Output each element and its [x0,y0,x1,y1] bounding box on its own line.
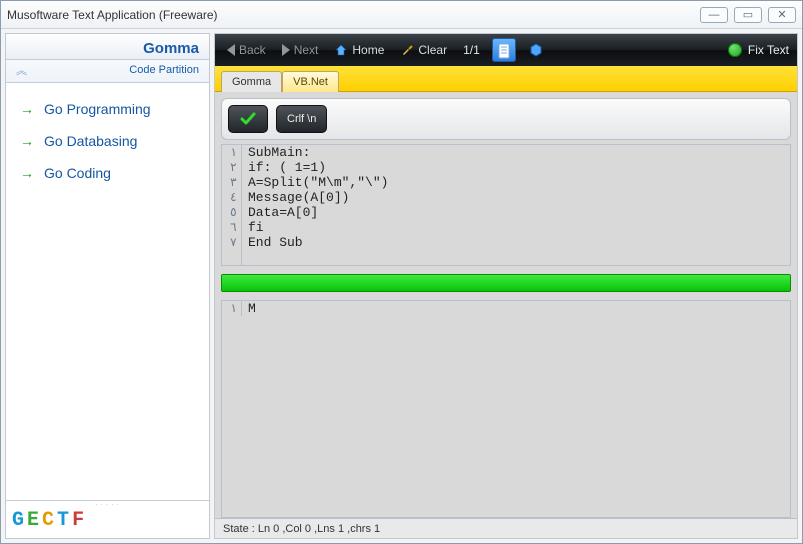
sidebar-item-coding[interactable]: → Go Coding [12,157,203,189]
content: Crlf \n ١SubMain: ٢if: ( 1=1) ٣A=Split("… [215,92,797,518]
crlf-button[interactable]: Crlf \n [276,105,327,133]
gutter: ٣ [222,175,242,190]
check-icon [239,110,257,128]
next-button[interactable]: Next [278,41,323,59]
sidebar-header: Gomma [6,34,209,60]
arrow-right-icon: → [20,165,34,181]
toolbar: Back Next Home Clear [215,34,797,66]
logo: GECTF [6,507,209,538]
clear-label: Clear [418,43,447,57]
gutter: ١ [222,301,242,316]
sidebar-footer: . . . . . GECTF [6,500,209,538]
sidebar-item-label: Go Programming [44,101,151,117]
clear-button[interactable]: Clear [396,41,451,59]
sidebar-subheader-label: Code Partition [129,64,199,76]
sidebar: Gomma ︽ Code Partition → Go Programming … [5,33,210,539]
next-icon [282,44,290,56]
code-line: End Sub [242,235,303,250]
tab-vbnet[interactable]: VB.Net [282,71,339,92]
sidebar-item-programming[interactable]: → Go Programming [12,93,203,125]
sidebar-subheader[interactable]: ︽ Code Partition [6,60,209,83]
sidebar-item-label: Go Coding [44,165,111,181]
main-panel: Back Next Home Clear [214,33,798,539]
body: Gomma ︽ Code Partition → Go Programming … [1,29,802,543]
code-line: fi [242,220,264,235]
code-line: SubMain: [242,145,310,160]
gutter [222,250,242,265]
arrow-right-icon: → [20,101,34,117]
page-counter: 1/1 [459,43,484,57]
progress-bar [221,274,791,292]
app-window: Musoftware Text Application (Freeware) —… [0,0,803,544]
check-circle-icon [728,43,742,57]
home-icon [334,43,348,57]
gutter: ٥ [222,205,242,220]
status-text: State : Ln 0 ,Col 0 ,Lns 1 ,chrs 1 [223,523,380,535]
back-label: Back [239,43,266,57]
back-button[interactable]: Back [223,41,270,59]
gutter: ٧ [222,235,242,250]
document-icon [497,43,511,57]
home-button[interactable]: Home [330,41,388,59]
window-buttons: — ▭ ✕ [700,7,796,23]
code-line: Message(A[0]) [242,190,349,205]
document-button[interactable] [492,38,516,62]
next-label: Next [294,43,319,57]
output-line: M [242,301,256,316]
gutter: ٤ [222,190,242,205]
code-line: Data=A[0] [242,205,318,220]
arrow-right-icon: → [20,133,34,149]
close-button[interactable]: ✕ [768,7,796,23]
window-title: Musoftware Text Application (Freeware) [7,8,700,22]
hex-button[interactable] [524,38,548,62]
broom-icon [400,43,414,57]
hexagon-icon [529,43,543,57]
output-panel[interactable]: ١M [221,300,791,518]
sidebar-item-databasing[interactable]: → Go Databasing [12,125,203,157]
run-button[interactable] [228,105,268,133]
gutter: ٦ [222,220,242,235]
sidebar-item-label: Go Databasing [44,133,137,149]
fix-text-button[interactable]: Fix Text [728,43,789,57]
code-line: if: ( 1=1) [242,160,326,175]
chevron-up-icon: ︽ [16,62,27,78]
code-editor[interactable]: ١SubMain: ٢if: ( 1=1) ٣A=Split("M\m","\"… [221,144,791,266]
back-icon [227,44,235,56]
fix-text-label: Fix Text [748,43,789,57]
home-label: Home [352,43,384,57]
sidebar-list: → Go Programming → Go Databasing → Go Co… [6,83,209,500]
panel-toolbar: Crlf \n [221,98,791,140]
tab-gomma[interactable]: Gomma [221,71,282,92]
titlebar: Musoftware Text Application (Freeware) —… [1,1,802,29]
gutter: ١ [222,145,242,160]
code-line: A=Split("M\m","\") [242,175,388,190]
status-bar: State : Ln 0 ,Col 0 ,Lns 1 ,chrs 1 [215,518,797,538]
minimize-button[interactable]: — [700,7,728,23]
gutter: ٢ [222,160,242,175]
tab-strip: Gomma VB.Net [215,66,797,92]
maximize-button[interactable]: ▭ [734,7,762,23]
